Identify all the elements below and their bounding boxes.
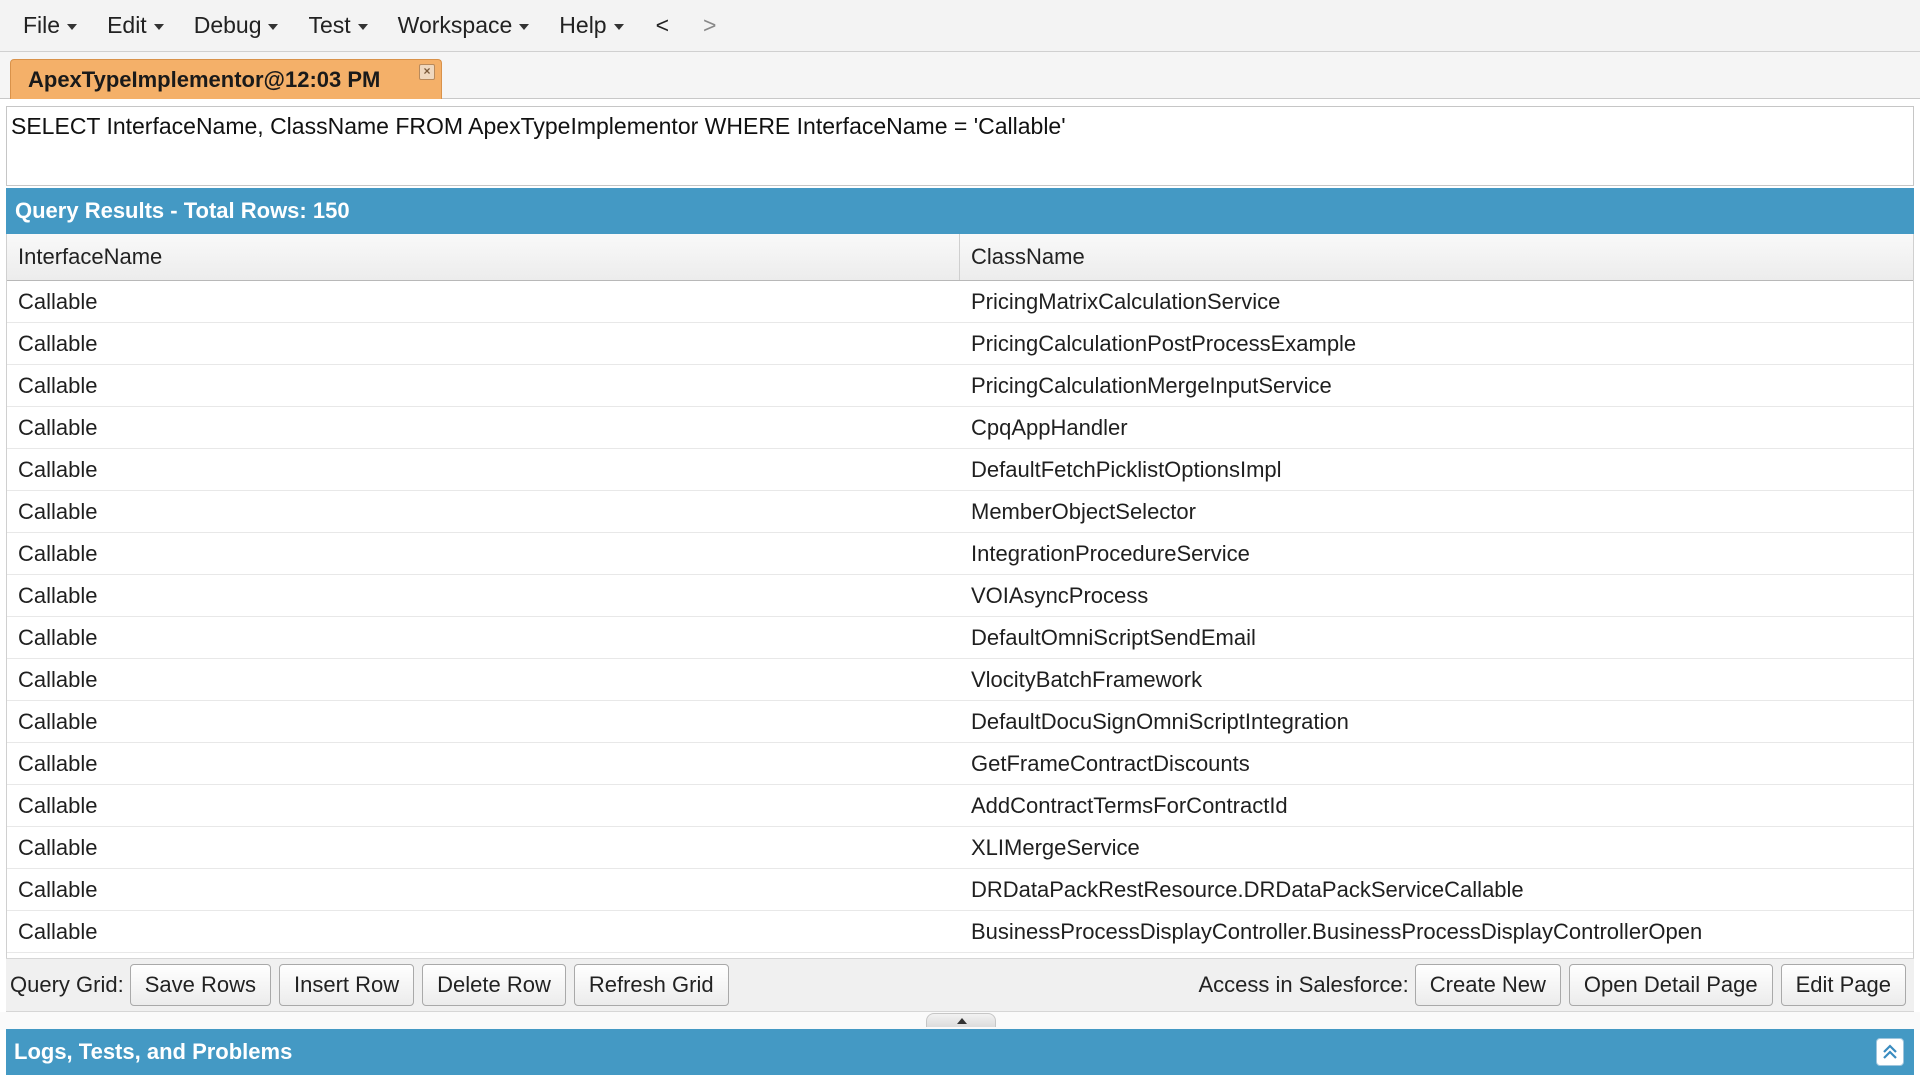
- cell-interfacename[interactable]: Callable: [7, 911, 960, 952]
- logs-panel-header: Logs, Tests, and Problems: [6, 1029, 1914, 1075]
- table-row[interactable]: Callable DefaultDocuSignOmniScriptIntegra…: [7, 701, 1913, 743]
- logs-title: Logs, Tests, and Problems: [14, 1039, 293, 1064]
- cell-interfacename[interactable]: Callable: [7, 365, 960, 406]
- cell-classname[interactable]: DefaultOmniScriptSendEmail: [960, 617, 1913, 658]
- column-header-interfacename[interactable]: InterfaceName: [7, 234, 960, 280]
- table-row[interactable]: Callable AddContractTermsForContractId: [7, 785, 1913, 827]
- chevron-down-icon: [519, 23, 530, 30]
- menu-workspace[interactable]: Workspace: [383, 0, 545, 51]
- results-header: Query Results - Total Rows: 150: [6, 188, 1914, 234]
- cell-interfacename[interactable]: Callable: [7, 323, 960, 364]
- create-new-button[interactable]: Create New: [1414, 964, 1561, 1006]
- table-row[interactable]: Callable DefaultOmniScriptSendEmail: [7, 617, 1913, 659]
- table-row[interactable]: Callable VOIAsyncProcess: [7, 575, 1913, 617]
- results-title: Query Results - Total Rows: 150: [15, 198, 350, 223]
- open-detail-page-button[interactable]: Open Detail Page: [1568, 964, 1773, 1006]
- cell-classname[interactable]: PricingCalculationPostProcessExample: [960, 323, 1913, 364]
- table-row[interactable]: Callable IntegrationProcedureService: [7, 533, 1913, 575]
- menu-workspace-label: Workspace: [397, 12, 513, 38]
- cell-classname[interactable]: IntegrationProcedureService: [960, 533, 1913, 574]
- cell-classname[interactable]: MemberObjectSelector: [960, 491, 1913, 532]
- close-icon[interactable]: ×: [419, 64, 435, 80]
- menu-help[interactable]: Help: [544, 0, 638, 51]
- chevron-down-icon: [268, 23, 279, 30]
- cell-classname[interactable]: CpqAppHandler: [960, 407, 1913, 448]
- menu-test[interactable]: Test: [293, 0, 382, 51]
- menu-file-label: File: [23, 12, 61, 38]
- splitter-handle[interactable]: [926, 1013, 996, 1027]
- table-row[interactable]: Callable XLIMergeService: [7, 827, 1913, 869]
- cell-interfacename[interactable]: Callable: [7, 533, 960, 574]
- table-row[interactable]: Callable VlocityBatchFramework: [7, 659, 1913, 701]
- cell-interfacename[interactable]: Callable: [7, 659, 960, 700]
- cell-interfacename[interactable]: Callable: [7, 407, 960, 448]
- table-row[interactable]: Callable GetFrameContractDiscounts: [7, 743, 1913, 785]
- table-row[interactable]: Callable CpqAppHandler: [7, 407, 1913, 449]
- cell-interfacename[interactable]: Callable: [7, 617, 960, 658]
- menu-file[interactable]: File: [8, 0, 92, 51]
- results-grid: InterfaceName ClassName Callable PricingM…: [6, 234, 1914, 958]
- menu-test-label: Test: [308, 12, 351, 38]
- query-grid-toolbar: Query Grid: Save Rows Insert Row Delete …: [6, 958, 1914, 1012]
- query-grid-label: Query Grid:: [10, 972, 124, 997]
- cell-classname[interactable]: DRDataPackRestResource.DRDataPackService…: [960, 869, 1913, 910]
- menu-debug-label: Debug: [193, 12, 262, 38]
- cell-interfacename[interactable]: Callable: [7, 869, 960, 910]
- table-row[interactable]: Callable PricingMatrixCalculationService: [7, 281, 1913, 323]
- cell-classname[interactable]: VlocityBatchFramework: [960, 659, 1913, 700]
- back-button[interactable]: <: [639, 0, 686, 51]
- grid-body: Callable PricingMatrixCalculationService C…: [7, 281, 1913, 953]
- cell-classname[interactable]: PricingMatrixCalculationService: [960, 281, 1913, 322]
- tab-apex-type-implementor[interactable]: ApexTypeImplementor@12:03 PM ×: [10, 59, 442, 99]
- cell-classname[interactable]: DefaultDocuSignOmniScriptIntegration: [960, 701, 1913, 742]
- cell-classname[interactable]: BusinessProcessDisplayController.Busines…: [960, 911, 1913, 952]
- access-in-salesforce-label: Access in Salesforce:: [1198, 972, 1409, 997]
- tab-label: ApexTypeImplementor@12:03 PM: [28, 66, 381, 92]
- cell-interfacename[interactable]: Callable: [7, 701, 960, 742]
- chevron-down-icon: [67, 23, 78, 30]
- chevron-down-icon: [357, 23, 368, 30]
- delete-row-button[interactable]: Delete Row: [422, 964, 566, 1006]
- chevron-down-icon: [613, 23, 624, 30]
- menu-debug[interactable]: Debug: [179, 0, 294, 51]
- cell-interfacename[interactable]: Callable: [7, 491, 960, 532]
- cell-interfacename[interactable]: Callable: [7, 827, 960, 868]
- chevron-down-icon: [153, 23, 164, 30]
- menu-help-label: Help: [559, 12, 607, 38]
- double-chevron-up-icon: [1883, 1044, 1897, 1059]
- table-row[interactable]: Callable DRDataPackRestResource.DRDataPac…: [7, 869, 1913, 911]
- cell-classname[interactable]: PricingCalculationMergeInputService: [960, 365, 1913, 406]
- save-rows-button[interactable]: Save Rows: [129, 964, 271, 1006]
- tab-strip: ApexTypeImplementor@12:03 PM ×: [0, 52, 1920, 99]
- query-text: SELECT InterfaceName, ClassName FROM Ape…: [11, 113, 1066, 139]
- table-row[interactable]: Callable PricingCalculationPostProcessExa…: [7, 323, 1913, 365]
- table-row[interactable]: Callable MemberObjectSelector: [7, 491, 1913, 533]
- grid-header-row: InterfaceName ClassName: [7, 234, 1913, 281]
- cell-classname[interactable]: GetFrameContractDiscounts: [960, 743, 1913, 784]
- menu-edit[interactable]: Edit: [92, 0, 179, 51]
- cell-interfacename[interactable]: Callable: [7, 743, 960, 784]
- expand-panel-button[interactable]: [1876, 1038, 1904, 1066]
- insert-row-button[interactable]: Insert Row: [278, 964, 415, 1006]
- menu-bar: File Edit Debug Test Workspace Help < >: [0, 0, 1920, 52]
- forward-button[interactable]: >: [686, 0, 733, 51]
- refresh-grid-button[interactable]: Refresh Grid: [573, 964, 729, 1006]
- cell-classname[interactable]: XLIMergeService: [960, 827, 1913, 868]
- cell-classname[interactable]: AddContractTermsForContractId: [960, 785, 1913, 826]
- cell-interfacename[interactable]: Callable: [7, 449, 960, 490]
- cell-classname[interactable]: DefaultFetchPicklistOptionsImpl: [960, 449, 1913, 490]
- edit-page-button[interactable]: Edit Page: [1780, 964, 1906, 1006]
- query-editor[interactable]: SELECT InterfaceName, ClassName FROM Ape…: [6, 106, 1914, 186]
- table-row[interactable]: Callable BusinessProcessDisplayController…: [7, 911, 1913, 953]
- cell-interfacename[interactable]: Callable: [7, 785, 960, 826]
- cell-classname[interactable]: VOIAsyncProcess: [960, 575, 1913, 616]
- menu-edit-label: Edit: [107, 12, 147, 38]
- column-header-classname[interactable]: ClassName: [960, 234, 1913, 280]
- chevron-up-icon: [957, 1018, 967, 1024]
- table-row[interactable]: Callable PricingCalculationMergeInputServ…: [7, 365, 1913, 407]
- cell-interfacename[interactable]: Callable: [7, 281, 960, 322]
- cell-interfacename[interactable]: Callable: [7, 575, 960, 616]
- table-row[interactable]: Callable DefaultFetchPicklistOptionsImpl: [7, 449, 1913, 491]
